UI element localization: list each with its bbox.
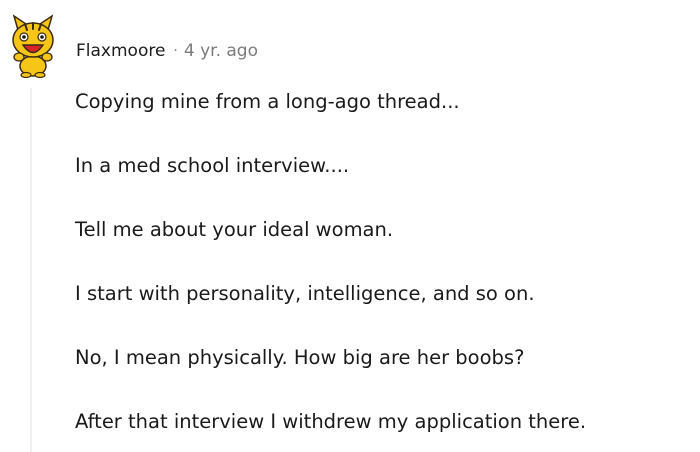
- meta-separator: ·: [173, 43, 178, 59]
- comment-paragraph: Tell me about your ideal woman.: [75, 218, 394, 241]
- user-avatar-icon[interactable]: [8, 12, 58, 79]
- comment-paragraph: In a med school interview....: [75, 154, 350, 177]
- comment-paragraph: Copying mine from a long-ago thread...: [75, 90, 460, 113]
- comment: Flaxmoore · 4 yr. ago Copying mine from …: [0, 0, 700, 452]
- comment-body: Copying mine from a long-ago thread... I…: [75, 86, 695, 452]
- comment-paragraph: No, I mean physically. How big are her b…: [75, 346, 525, 369]
- author-username-link[interactable]: Flaxmoore: [76, 41, 165, 61]
- comment-paragraph: I start with personality, intelligence, …: [75, 282, 535, 305]
- comment-timestamp-link[interactable]: 4 yr. ago: [184, 41, 258, 61]
- comment-paragraph: After that interview I withdrew my appli…: [75, 410, 587, 433]
- thread-collapse-line[interactable]: [30, 88, 32, 452]
- comment-header: Flaxmoore · 4 yr. ago: [76, 38, 258, 64]
